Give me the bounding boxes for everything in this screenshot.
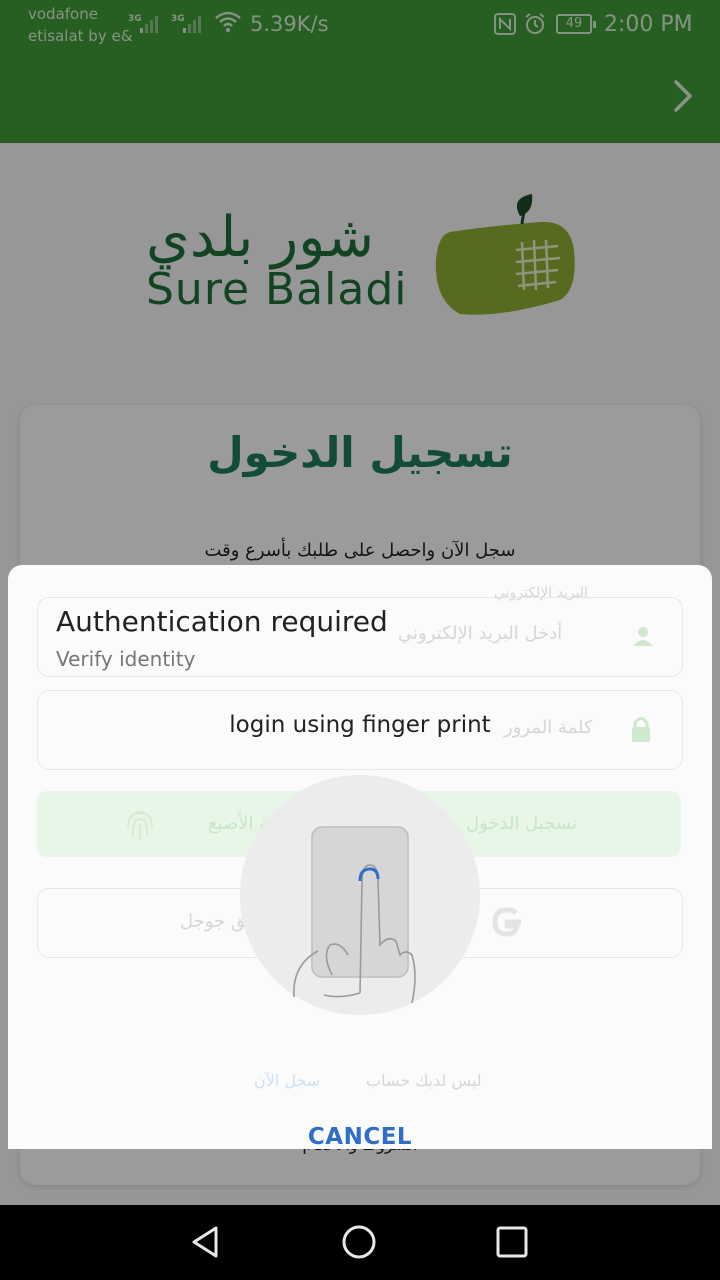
finger-press-icon	[293, 826, 416, 1004]
fingerprint-icon	[127, 811, 153, 839]
email-field-placeholder: أدخل البريد الإلكتروني	[398, 623, 563, 644]
back-icon[interactable]	[188, 1224, 224, 1260]
no-account-text: ليس لديك حساب	[366, 1071, 482, 1090]
cancel-button[interactable]: CANCEL	[8, 1124, 712, 1149]
google-icon	[492, 907, 521, 937]
dialog-description: login using finger print	[229, 712, 491, 738]
login-button-label: تسجيل الدخول	[466, 813, 577, 834]
dialog-title: Authentication required	[56, 605, 388, 638]
register-link[interactable]: سجل الآن	[254, 1071, 320, 1090]
dialog-subtitle: Verify identity	[56, 647, 196, 671]
user-icon	[633, 627, 653, 646]
email-field-label: البريد الإلكتروني	[494, 585, 588, 601]
home-icon[interactable]	[341, 1224, 377, 1260]
authentication-dialog: البريد الإلكتروني أدخل البريد الإلكتروني…	[8, 565, 712, 1149]
recent-apps-icon[interactable]	[494, 1224, 530, 1260]
